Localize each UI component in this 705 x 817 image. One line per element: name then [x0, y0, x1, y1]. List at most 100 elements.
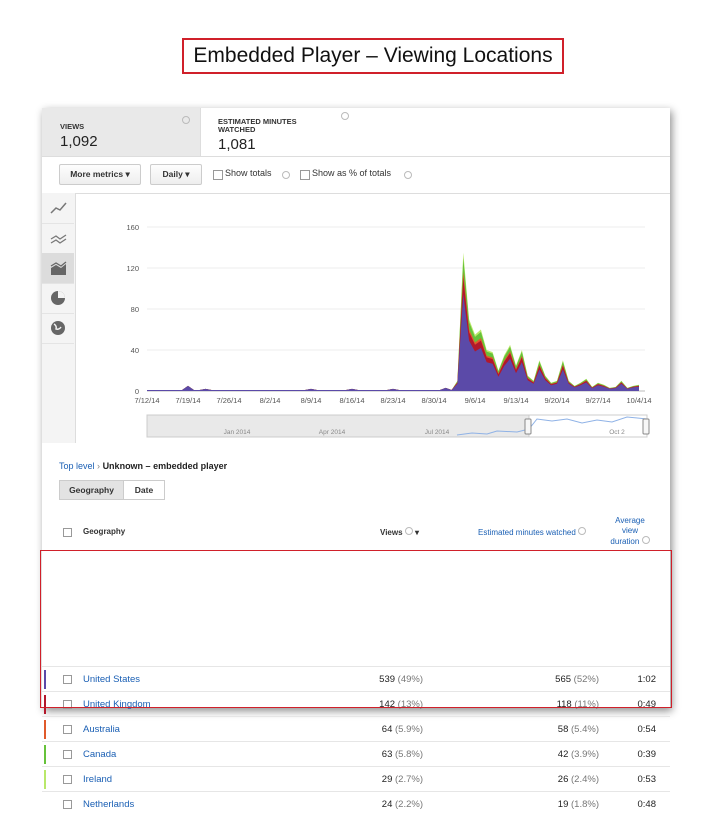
help-icon[interactable]	[341, 112, 349, 120]
country-link[interactable]: Ireland	[83, 774, 112, 785]
y-tick-label: 120	[126, 264, 139, 273]
chart-toolbar: More metrics ▾ Daily ▾ Show totals Show …	[42, 156, 670, 194]
minutes-value: 1,081	[218, 136, 256, 153]
x-tick-label: 8/2/14	[260, 396, 281, 405]
chevron-down-icon: ▾	[185, 169, 190, 179]
row-checkbox[interactable]	[63, 800, 72, 809]
x-tick-label: 9/20/14	[544, 396, 569, 405]
avg-header-line3: duration	[608, 536, 652, 547]
minutes-cell: 58 (5.4%)	[557, 724, 599, 735]
x-tick-label: 8/30/14	[421, 396, 446, 405]
country-link[interactable]: Australia	[83, 724, 120, 735]
navigator-label: Jan 2014	[224, 429, 251, 436]
table-row[interactable]: Netherlands 24 (2.2%) 19 (1.8%) 0:48	[42, 791, 670, 817]
duration-cell: 0:39	[637, 749, 657, 760]
minutes-cell: 19 (1.8%)	[557, 799, 599, 810]
row-checkbox[interactable]	[63, 750, 72, 759]
chevron-down-icon: ▾	[125, 169, 130, 179]
x-tick-label: 9/27/14	[585, 396, 610, 405]
country-link[interactable]: Canada	[83, 749, 116, 760]
map-button[interactable]	[42, 313, 74, 344]
help-icon[interactable]	[578, 527, 587, 535]
series-color-swatch	[44, 720, 46, 739]
minutes-cell: 26 (2.4%)	[557, 774, 599, 785]
range-handle-left[interactable]	[524, 418, 532, 435]
line-chart-icon	[50, 202, 67, 214]
series-area[interactable]	[147, 277, 639, 392]
views-cell: 64 (5.9%)	[381, 724, 423, 735]
x-tick-label: 9/13/14	[503, 396, 528, 405]
navigator-label: Oct 2	[609, 429, 625, 436]
views-header[interactable]: Views ▾	[380, 527, 419, 537]
row-checkbox[interactable]	[63, 775, 72, 784]
duration-cell: 0:48	[637, 799, 657, 810]
x-tick-label: 10/4/14	[626, 396, 651, 405]
select-all-checkbox[interactable]	[63, 528, 72, 537]
stacked-area-icon	[50, 261, 67, 275]
series-color-swatch	[44, 795, 46, 814]
interval-dropdown[interactable]: Daily ▾	[150, 164, 202, 185]
minutes-cell: 42 (3.9%)	[557, 749, 599, 760]
line-chart-button[interactable]	[42, 193, 74, 224]
help-icon[interactable]	[404, 527, 413, 535]
help-icon[interactable]	[182, 116, 190, 124]
navigator-label: Jul 2014	[425, 429, 450, 436]
minutes-header-label: Estimated minutes watched	[478, 528, 576, 537]
avg-header-line2: view	[621, 526, 638, 535]
x-tick-label: 8/23/14	[380, 396, 405, 405]
show-totals-label: Show totals	[225, 168, 272, 178]
views-label: VIEWS	[60, 122, 85, 131]
avg-header-line3-text: duration	[610, 537, 640, 546]
country-link[interactable]: Netherlands	[83, 799, 134, 810]
more-metrics-button[interactable]: More metrics ▾	[59, 164, 141, 185]
table-row[interactable]: Canada 63 (5.8%) 42 (3.9%) 0:39	[42, 741, 670, 767]
series-color-swatch	[44, 745, 46, 764]
tab-date[interactable]: Date	[123, 480, 165, 500]
y-tick-label: 40	[131, 346, 139, 355]
series-area[interactable]	[147, 258, 639, 391]
show-pct-label: Show as % of totals	[312, 168, 392, 178]
x-tick-label: 9/6/14	[465, 396, 486, 405]
show-pct-checkbox[interactable]	[300, 170, 310, 180]
minutes-header[interactable]: Estimated minutes watched	[478, 527, 587, 537]
more-metrics-label: More metrics	[70, 169, 124, 179]
show-totals-checkbox[interactable]	[213, 170, 223, 180]
date-range-navigator[interactable]: Jan 2014 Apr 2014 Jul 2014 Oct 2	[146, 414, 650, 438]
x-tick-label: 7/12/14	[134, 396, 159, 405]
multiline-chart-button[interactable]	[42, 223, 74, 254]
views-cell: 24 (2.2%)	[381, 799, 423, 810]
interval-label: Daily	[162, 169, 183, 179]
row-checkbox[interactable]	[63, 725, 72, 734]
views-header-label: Views	[380, 528, 403, 537]
range-handle-right[interactable]	[642, 418, 650, 435]
views-cell: 63 (5.8%)	[381, 749, 423, 760]
breadcrumb-separator: ›	[97, 461, 101, 471]
x-tick-label: 7/19/14	[175, 396, 200, 405]
help-icon[interactable]	[404, 171, 412, 179]
pie-chart-button[interactable]	[42, 283, 74, 314]
navigator-label: Apr 2014	[319, 429, 346, 436]
help-icon[interactable]	[641, 536, 650, 544]
table-row[interactable]: Australia 64 (5.9%) 58 (5.4%) 0:54	[42, 716, 670, 742]
stacked-area-chart-button[interactable]	[42, 253, 74, 284]
y-tick-label: 0	[135, 387, 139, 396]
x-tick-label: 8/16/14	[339, 396, 364, 405]
help-icon[interactable]	[282, 171, 290, 179]
tab-geography[interactable]: Geography	[59, 480, 124, 500]
sort-desc-icon: ▾	[415, 528, 420, 537]
breadcrumb-top-link[interactable]: Top level	[59, 461, 95, 471]
duration-cell: 0:54	[637, 724, 657, 735]
minutes-metric-card[interactable]: ESTIMATED MINUTES WATCHED 1,081	[201, 108, 670, 156]
avg-header-line1: Average	[615, 516, 645, 525]
x-tick-label: 7/26/14	[216, 396, 241, 405]
views-metric-card[interactable]: VIEWS 1,092	[42, 108, 201, 156]
breadcrumb-current: Unknown – embedded player	[102, 461, 228, 471]
x-tick-label: 8/9/14	[301, 396, 322, 405]
series-color-swatch	[44, 770, 46, 789]
geography-header[interactable]: Geography	[83, 527, 125, 536]
chart-type-selector	[42, 193, 76, 443]
table-row[interactable]: Ireland 29 (2.7%) 26 (2.4%) 0:53	[42, 766, 670, 792]
breadcrumb: Top level › Unknown – embedded player	[59, 461, 227, 471]
avg-duration-header[interactable]: Average view duration	[608, 516, 652, 547]
highlight-box	[40, 550, 672, 708]
